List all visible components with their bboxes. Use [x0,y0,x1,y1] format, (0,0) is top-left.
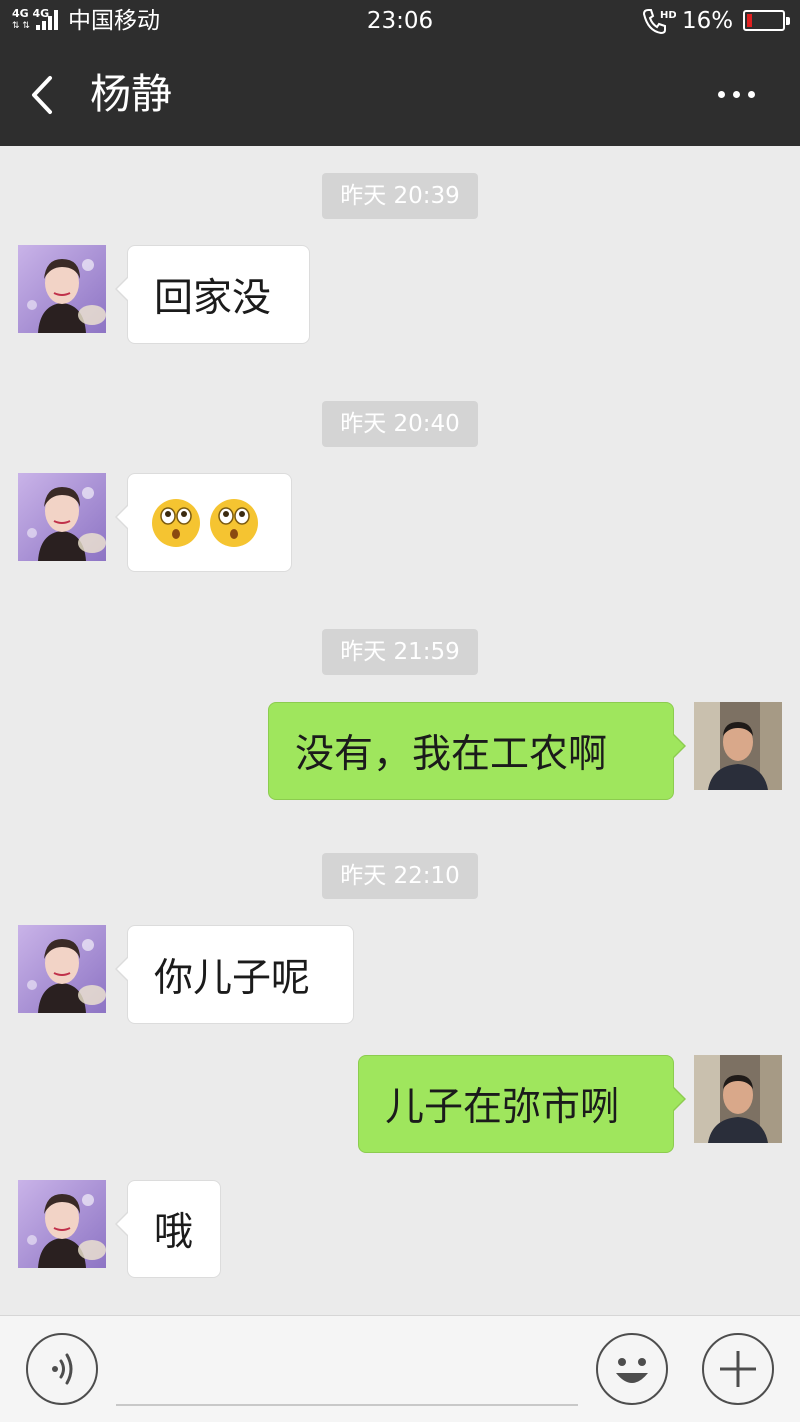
contact-avatar[interactable] [18,245,106,333]
chevron-left-icon [32,76,52,114]
message-bubble-received[interactable]: 哦 [115,1180,221,1278]
data-arrows-icon: ⇅ ⇅ [12,21,30,31]
status-bar: 4G 4G ⇅ ⇅ 中国移动 23:06 HD 16% [0,0,800,44]
signal-icon [36,10,62,30]
message-bubble-sent[interactable]: 没有，我在工农啊 [268,702,686,800]
user-avatar[interactable] [694,702,782,790]
smiley-icon [616,1358,648,1383]
plus-button[interactable] [702,1333,774,1405]
battery-percent: 16% [682,8,734,34]
battery-icon [743,10,790,31]
timestamp: 昨天 22:10 [322,853,478,899]
message-input[interactable] [116,1336,578,1406]
voice-button[interactable] [26,1333,98,1405]
chat-title: 杨静 [90,70,172,118]
message-bubble-received[interactable]: 你儿子呢 [115,925,354,1024]
contact-avatar[interactable] [18,1180,106,1268]
more-dots-icon [718,91,725,98]
back-button[interactable] [26,70,66,120]
voice-icon [52,1353,73,1385]
timestamp: 昨天 20:39 [322,173,478,219]
contact-avatar[interactable] [18,925,106,1013]
emoji-button[interactable] [596,1333,668,1405]
flushed-emoji-icon [152,498,258,547]
timestamp: 昨天 20:40 [322,401,478,447]
message-bubble-sent[interactable]: 儿子在弥市咧 [358,1055,686,1153]
plus-icon [720,1351,756,1387]
svg-text:HD: HD [660,10,676,21]
status-clock: 23:06 [366,8,434,34]
hd-call-icon: HD [640,6,677,36]
top-bar: 4G 4G ⇅ ⇅ 中国移动 23:06 HD 16% 杨静 [0,0,800,146]
message-bubble-received[interactable]: 回家没 [115,245,310,344]
user-avatar[interactable] [694,1055,782,1143]
timestamp: 昨天 21:59 [322,629,478,675]
message-bubble-received[interactable] [115,473,292,572]
more-button[interactable] [708,78,764,112]
carrier-name: 中国移动 [68,8,160,34]
input-bar [0,1315,800,1422]
contact-avatar[interactable] [18,473,106,561]
